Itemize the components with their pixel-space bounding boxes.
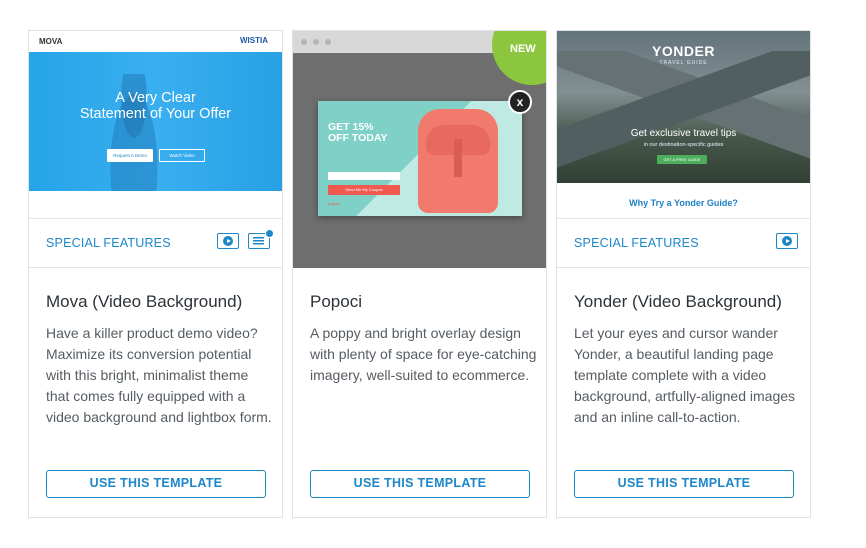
form-icon [248,229,274,249]
preview-brand: popoci [328,201,340,206]
special-features-bar: SPECIAL FEATURES [557,218,810,268]
template-preview-mova[interactable]: MOVA WISTIA A Very Clear Statement of Yo… [29,31,282,218]
use-template-button[interactable]: USE THIS TEMPLATE [574,470,794,498]
template-title: Mova (Video Background) [46,292,243,311]
backpack-image [418,109,498,213]
preview-header: MOVA WISTIA [29,31,282,52]
preview-subline: in our destination-specific guides [643,142,724,148]
template-card-mova[interactable]: MOVA WISTIA A Very Clear Statement of Yo… [28,30,283,518]
template-card-yonder[interactable]: YONDER TRAVEL GUIDE Get exclusive travel… [556,30,811,518]
preview-partner-logo: WISTIA [240,36,268,45]
preview-overlay-modal: GET 15% OFF TODAY Send Me My Coupon popo… [318,101,522,216]
preview-headline: Get exclusive travel tips [630,128,737,139]
preview-headline-1: A Very Clear [115,90,196,106]
preview-logo: MOVA [39,37,63,46]
video-icon [776,233,798,249]
preview-hero: A Very Clear Statement of Your Offer Req… [29,52,282,191]
preview-logo-strip [29,191,282,218]
preview-logo: YONDER [652,43,715,59]
special-features-label: SPECIAL FEATURES [574,236,699,250]
video-icon [217,233,239,249]
preview-section-title: Why Try a Yonder Guide? [629,198,738,208]
preview-cta: GET A FREE GUIDE [657,155,707,164]
special-features-label: SPECIAL FEATURES [46,236,171,250]
template-title: Popoci [310,292,362,311]
preview-primary-cta: Request A Demo [107,149,153,162]
preview-logo-sub: TRAVEL GUIDE [659,60,708,66]
preview-lower-section: Why Try a Yonder Guide? [557,183,810,218]
use-template-button[interactable]: USE THIS TEMPLATE [310,470,530,498]
preview-headline-2: Statement of Your Offer [79,106,232,122]
template-description: Let your eyes and cursor wander Yonder, … [574,325,796,425]
preview-email-input [328,172,400,180]
template-card-popoci[interactable]: NEW GET 15% OFF TODAY Send Me My Coupon … [292,30,547,518]
template-description: Have a killer product demo video? Maximi… [46,325,272,425]
close-icon: x [508,90,532,114]
use-template-button[interactable]: USE THIS TEMPLATE [46,470,266,498]
template-preview-yonder[interactable]: YONDER TRAVEL GUIDE Get exclusive travel… [557,31,810,218]
template-title: Yonder (Video Background) [574,292,782,311]
special-features-bar: SPECIAL FEATURES [29,218,282,268]
preview-offer: GET 15% OFF TODAY [328,121,388,144]
preview-secondary-cta: Watch Video [159,149,205,162]
template-description: A poppy and bright overlay design with p… [310,325,537,383]
preview-coupon-button: Send Me My Coupon [328,185,400,195]
template-preview-popoci[interactable]: NEW GET 15% OFF TODAY Send Me My Coupon … [293,31,546,268]
